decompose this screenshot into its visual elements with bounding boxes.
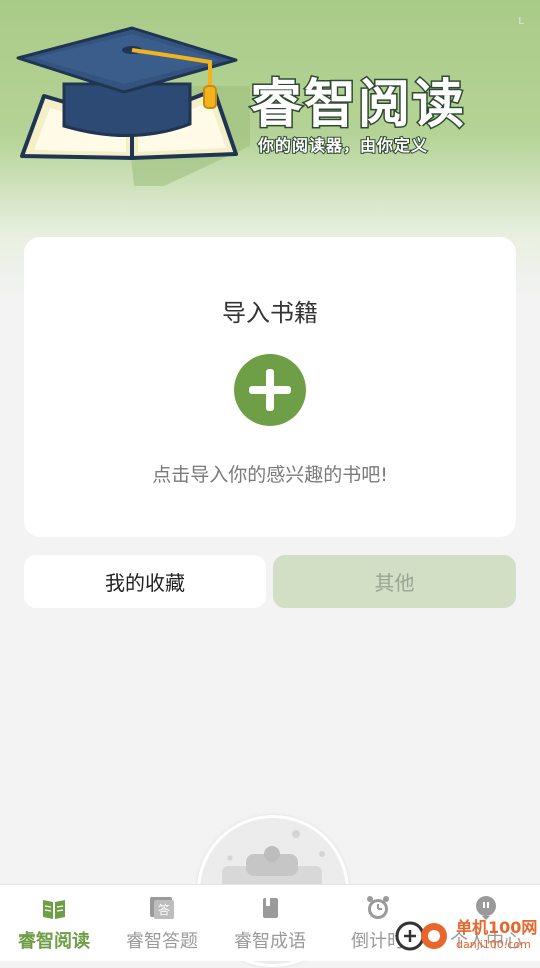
watermark-url: danji100.com	[456, 938, 531, 951]
tab-other[interactable]: 其他	[273, 555, 516, 608]
corner-mark: L	[518, 16, 524, 27]
nav-item-reading[interactable]: 睿智阅读	[0, 885, 108, 961]
watermark-text: 单机100网	[456, 918, 538, 937]
nav-label-reading: 睿智阅读	[18, 931, 90, 952]
tab-my-favorites[interactable]: 我的收藏	[24, 555, 266, 608]
watermark-logo-icon	[395, 921, 447, 951]
answer-card-icon: 答	[150, 897, 174, 919]
import-card-title: 导入书籍	[222, 299, 318, 327]
graduation-cap-book-icon	[16, 26, 250, 186]
app-slogan: 你的阅读器，由你定义	[257, 135, 429, 156]
add-book-button[interactable]	[234, 354, 306, 426]
nav-label-idioms: 睿智成语	[234, 931, 306, 952]
import-book-card: 导入书籍 点击导入你的感兴趣的书吧!	[24, 237, 516, 537]
svg-text:答: 答	[158, 902, 170, 917]
nav-item-idioms[interactable]: 睿智成语	[216, 885, 324, 961]
book-icon	[263, 898, 278, 918]
nav-item-quiz[interactable]: 答 睿智答题	[108, 885, 216, 961]
site-watermark: 单机100网 danji100.com	[392, 912, 540, 960]
app-title: 睿智阅读	[248, 74, 467, 137]
import-hint-text: 点击导入你的感兴趣的书吧!	[152, 464, 388, 486]
book-open-icon	[43, 900, 65, 919]
alarm-clock-icon	[367, 896, 389, 919]
nav-label-quiz: 睿智答题	[126, 931, 198, 952]
